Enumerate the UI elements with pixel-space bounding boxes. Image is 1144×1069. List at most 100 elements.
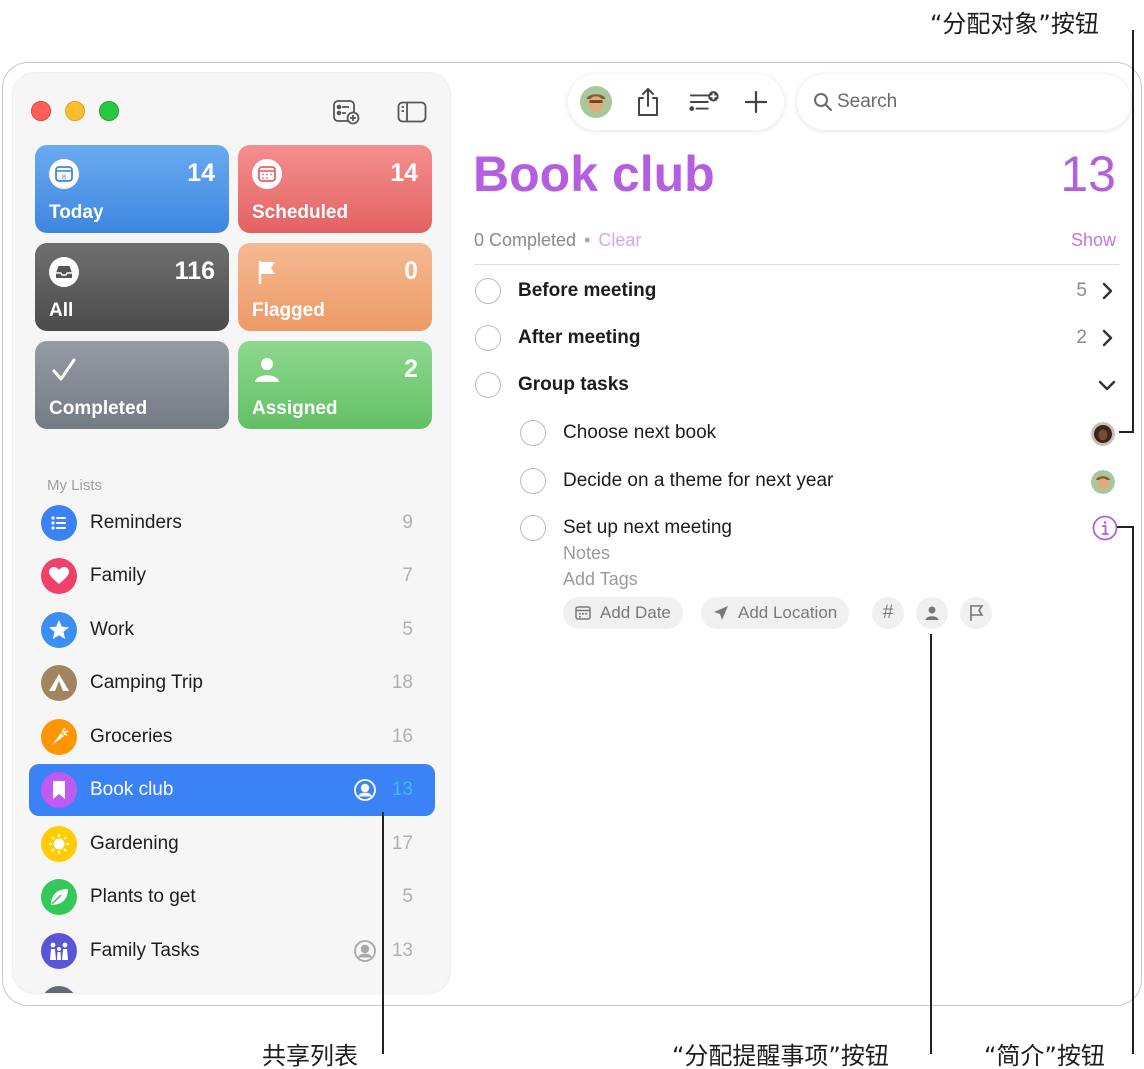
sidebar-list-label: Camping Trip bbox=[90, 672, 203, 693]
sidebar-list-label: Family bbox=[90, 565, 146, 586]
flag-button[interactable] bbox=[960, 597, 992, 629]
zoom-window-button[interactable] bbox=[99, 101, 119, 121]
show-completed-button[interactable]: Show bbox=[1071, 230, 1116, 251]
task-decide-theme[interactable]: Decide on a theme for next year bbox=[473, 461, 1123, 501]
sidebar-list-count: 9 bbox=[402, 512, 413, 533]
hashtag-icon: # bbox=[882, 602, 894, 623]
heart-icon bbox=[41, 558, 77, 594]
assign-reminder-button[interactable] bbox=[916, 597, 948, 629]
complete-checkbox[interactable] bbox=[475, 372, 501, 398]
complete-checkbox[interactable] bbox=[520, 468, 546, 494]
complete-checkbox[interactable] bbox=[475, 278, 501, 304]
list-title: Book club bbox=[473, 146, 715, 202]
sidebar-list-family-tasks[interactable]: Family Tasks 13 bbox=[29, 925, 435, 977]
sidebar-list-count: 16 bbox=[391, 726, 413, 747]
sidebar-list-gardening[interactable]: Gardening 17 bbox=[29, 818, 435, 870]
search-input[interactable] bbox=[837, 88, 1117, 116]
minimize-window-button[interactable] bbox=[65, 101, 85, 121]
person-icon bbox=[255, 358, 279, 382]
tile-assigned[interactable]: 2 Assigned bbox=[238, 341, 432, 429]
tile-flagged-label: Flagged bbox=[252, 300, 325, 321]
tile-all-count: 116 bbox=[174, 257, 215, 285]
sidebar-list-count: 5 bbox=[402, 619, 413, 640]
complete-checkbox[interactable] bbox=[520, 515, 546, 541]
sun-icon bbox=[41, 826, 77, 862]
flag-icon bbox=[970, 605, 984, 621]
sidebar-list-camping-trip[interactable]: Camping Trip 18 bbox=[29, 657, 435, 709]
tile-today[interactable]: 8 14 Today bbox=[35, 145, 229, 233]
chevron-down-icon[interactable] bbox=[1097, 374, 1117, 396]
clear-completed-button[interactable]: Clear bbox=[598, 230, 641, 250]
sidebar-list-family[interactable]: Family 7 bbox=[29, 550, 435, 602]
toolbar-group bbox=[568, 74, 784, 130]
assignee-avatar-icon[interactable] bbox=[1091, 422, 1115, 446]
chevron-right-icon[interactable] bbox=[1097, 280, 1117, 302]
tray-icon bbox=[49, 257, 79, 287]
tile-today-count: 14 bbox=[187, 159, 215, 187]
sidebar-list-book-club[interactable]: Book club 13 bbox=[29, 764, 435, 816]
sidebar-list-plants-to-get[interactable]: Plants to get 5 bbox=[29, 871, 435, 923]
task-title: Set up next meeting bbox=[563, 517, 732, 538]
tile-scheduled-label: Scheduled bbox=[252, 202, 349, 223]
reminders-window: 8 14 Today 14 Scheduled 116 All 0 Flagge… bbox=[2, 62, 1142, 1006]
add-reminder-icon[interactable] bbox=[740, 86, 772, 118]
tile-all[interactable]: 116 All bbox=[35, 243, 229, 331]
tile-scheduled[interactable]: 14 Scheduled bbox=[238, 145, 432, 233]
add-location-button[interactable]: Add Location bbox=[701, 597, 850, 629]
add-tags-field[interactable]: Add Tags bbox=[563, 569, 638, 590]
task-title: Decide on a theme for next year bbox=[563, 470, 834, 491]
tile-completed[interactable]: Completed bbox=[35, 341, 229, 429]
group-group-tasks[interactable]: Group tasks bbox=[473, 365, 1123, 405]
share-avatar-button[interactable] bbox=[580, 86, 612, 118]
shared-person-icon bbox=[354, 940, 376, 962]
sidebar-list-label: Plants to get bbox=[90, 886, 196, 907]
notes-field[interactable]: Notes bbox=[563, 543, 610, 564]
sidebar-list-work[interactable]: Work 5 bbox=[29, 604, 435, 656]
my-lists-heading: My Lists bbox=[47, 477, 103, 494]
sidebar-list-label: Family Tasks bbox=[90, 940, 200, 961]
sidebar-toggle-icon[interactable] bbox=[397, 99, 427, 125]
group-before-meeting[interactable]: Before meeting 5 bbox=[473, 271, 1123, 311]
task-set-up-next-meeting[interactable]: Set up next meeting bbox=[473, 508, 1123, 548]
new-list-icon[interactable] bbox=[331, 99, 361, 125]
info-icon[interactable] bbox=[1092, 515, 1118, 541]
complete-checkbox[interactable] bbox=[475, 325, 501, 351]
calendar-grid-icon bbox=[252, 159, 282, 189]
tile-flagged[interactable]: 0 Flagged bbox=[238, 243, 432, 331]
sidebar-list-partial[interactable] bbox=[29, 978, 435, 993]
group-after-meeting[interactable]: After meeting 2 bbox=[473, 318, 1123, 358]
divider bbox=[474, 264, 1119, 265]
add-tag-button[interactable]: # bbox=[872, 597, 904, 629]
calendar-icon bbox=[575, 606, 591, 620]
callout-line bbox=[1119, 431, 1134, 433]
callout-line bbox=[1132, 30, 1134, 433]
location-arrow-icon bbox=[714, 606, 728, 620]
calendar-today-icon: 8 bbox=[49, 159, 79, 189]
chevron-right-icon[interactable] bbox=[1097, 327, 1117, 349]
callout-line bbox=[1132, 526, 1134, 1054]
sidebar-list-label: Reminders bbox=[90, 512, 182, 533]
sidebar-list-count: 13 bbox=[391, 779, 413, 800]
sidebar-list-label: Work bbox=[90, 619, 134, 640]
tile-today-label: Today bbox=[49, 202, 104, 223]
list-icon bbox=[41, 505, 77, 541]
list-count: 13 bbox=[1060, 146, 1116, 202]
sidebar-list-count: 17 bbox=[391, 833, 413, 854]
callout-assign-to-button: “分配对象”按钮 bbox=[930, 10, 1099, 38]
sidebar-list-groceries[interactable]: Groceries 16 bbox=[29, 711, 435, 763]
tile-all-label: All bbox=[49, 300, 74, 321]
complete-checkbox[interactable] bbox=[520, 420, 546, 446]
list-icon bbox=[41, 986, 77, 993]
sidebar-list-count: 18 bbox=[391, 672, 413, 693]
search-field[interactable] bbox=[797, 74, 1131, 130]
sidebar-list-reminders[interactable]: Reminders 9 bbox=[29, 497, 435, 549]
task-choose-next-book[interactable]: Choose next book bbox=[473, 413, 1123, 453]
add-section-icon[interactable] bbox=[688, 86, 720, 118]
close-window-button[interactable] bbox=[31, 101, 51, 121]
sidebar-list-count: 13 bbox=[391, 940, 413, 961]
assignee-avatar-icon[interactable] bbox=[1091, 470, 1115, 494]
sidebar: 8 14 Today 14 Scheduled 116 All 0 Flagge… bbox=[13, 73, 450, 993]
add-date-button[interactable]: Add Date bbox=[563, 597, 683, 629]
share-icon[interactable] bbox=[632, 86, 664, 118]
sidebar-list-label: Book club bbox=[90, 779, 174, 800]
